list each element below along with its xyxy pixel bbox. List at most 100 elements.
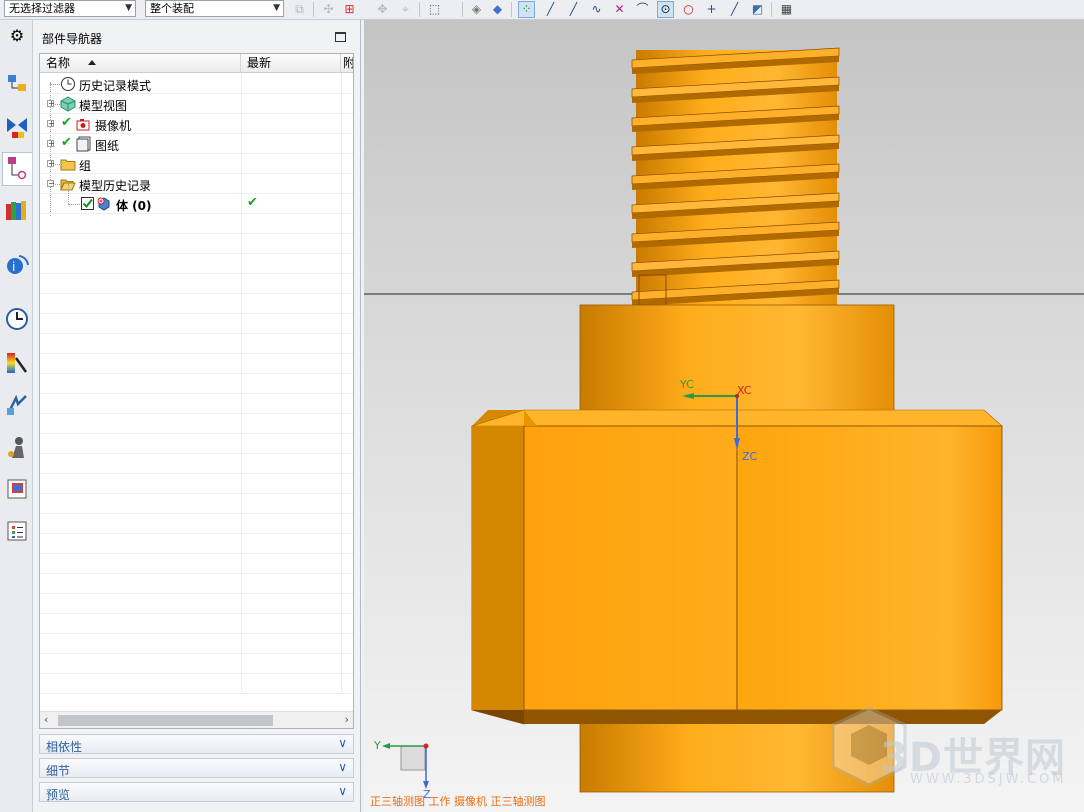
- column-latest-label: 最新: [247, 56, 272, 70]
- hd3d-tools-icon[interactable]: i: [4, 252, 30, 278]
- process-studio-icon[interactable]: [4, 392, 30, 418]
- toolbar-separator: [462, 2, 463, 17]
- expand-icon[interactable]: +: [47, 140, 55, 148]
- tree-row-label: 模型历史记录: [79, 179, 152, 193]
- node-icon[interactable]: ⌖: [397, 1, 414, 18]
- list-icon[interactable]: [4, 518, 30, 544]
- tree-row-model-history[interactable]: − 模型历史记录: [40, 174, 353, 194]
- navigator-title: 部件导航器: [42, 32, 103, 46]
- tree-connector: [68, 184, 69, 204]
- details-section[interactable]: 细节 ∨: [39, 758, 354, 778]
- tangent-icon[interactable]: ╱: [726, 1, 743, 18]
- tree-empty-row: [40, 634, 353, 654]
- roles-icon[interactable]: [4, 434, 30, 460]
- yc-label: YC: [680, 378, 694, 391]
- tree-row-drawings[interactable]: + ✔ 图纸: [40, 134, 353, 154]
- tree-empty-row: [40, 494, 353, 514]
- tree-empty-row: [40, 434, 353, 454]
- column-extra-label: 附: [343, 56, 354, 70]
- assembly-scope-dropdown[interactable]: 整个装配 ▼: [145, 0, 284, 17]
- cross-icon[interactable]: +: [703, 1, 720, 18]
- reuse-library-icon[interactable]: [4, 198, 30, 224]
- chevron-down-icon: ▼: [125, 3, 132, 13]
- tree-empty-row: [40, 554, 353, 574]
- zc-label: ZC: [742, 450, 758, 463]
- view-triad-y-label: Y: [374, 739, 381, 752]
- tree-empty-row: [40, 314, 353, 334]
- watermark-url: WWW.3DSJW.COM: [910, 772, 1067, 787]
- tree-empty-row: [40, 514, 353, 534]
- expand-icon[interactable]: +: [47, 100, 55, 108]
- tree-row-cameras[interactable]: + ✔ 摄像机: [40, 114, 353, 134]
- visible-check-icon[interactable]: ✔: [61, 135, 72, 150]
- intersect-icon[interactable]: ✕: [611, 1, 628, 18]
- details-label: 细节: [46, 764, 71, 778]
- tree-empty-row: [40, 574, 353, 594]
- scrollbar-thumb[interactable]: [58, 715, 273, 726]
- tree-row-model-views[interactable]: + 模型视图: [40, 94, 353, 114]
- tree-empty-row: [40, 534, 353, 554]
- settings-icon[interactable]: ⚙: [4, 26, 30, 52]
- shade-icon[interactable]: ◈: [468, 1, 485, 18]
- visible-check-icon[interactable]: ✔: [61, 115, 72, 130]
- selection-filter-dropdown[interactable]: 无选择过滤器 ▼: [4, 0, 136, 17]
- group-icon[interactable]: ✥: [374, 1, 391, 18]
- point-snap-icon[interactable]: ⁘: [518, 1, 535, 18]
- arc-icon[interactable]: ⌒: [634, 1, 651, 18]
- rect-select-icon[interactable]: ⬚: [426, 1, 443, 18]
- tree-empty-row: [40, 234, 353, 254]
- view-icon[interactable]: ◩: [749, 1, 766, 18]
- tree-empty-row: [40, 654, 353, 674]
- tree-connector: [68, 204, 80, 205]
- assembly-navigator-icon[interactable]: [4, 72, 30, 98]
- scroll-left-icon[interactable]: ‹: [44, 713, 48, 726]
- dependencies-section[interactable]: 相依性 ∨: [39, 734, 354, 754]
- column-extra-header[interactable]: 附: [341, 54, 354, 73]
- view-triad-origin: [423, 743, 429, 749]
- history-icon[interactable]: [4, 306, 30, 332]
- column-latest-header[interactable]: 最新: [241, 54, 341, 73]
- tree-row-body[interactable]: 体 (0) ✔: [40, 184, 353, 214]
- toolbar-separator: [313, 2, 314, 17]
- table-icon[interactable]: ▦: [778, 1, 795, 18]
- tree-row-history-mode[interactable]: 历史记录模式: [40, 74, 353, 94]
- end-point-icon[interactable]: ╱: [542, 1, 559, 18]
- horizontal-scrollbar[interactable]: ‹ ›: [40, 711, 353, 728]
- curve-icon[interactable]: ∿: [588, 1, 605, 18]
- nut-front-left-face: [523, 425, 738, 711]
- model-graphics: [364, 47, 1084, 793]
- add-icon[interactable]: ⊞: [341, 1, 358, 18]
- graphics-viewport[interactable]: YC XC ZC Y Z 正三轴测图 工作 摄像机 正三轴测图 3D世界网 WW…: [364, 20, 1084, 812]
- expand-icon[interactable]: +: [47, 160, 55, 168]
- mid-point-icon[interactable]: ╱: [565, 1, 582, 18]
- part-navigator-tab[interactable]: [2, 152, 32, 186]
- tree-row-groups[interactable]: + 组: [40, 154, 353, 174]
- scroll-right-icon[interactable]: ›: [345, 713, 349, 726]
- expand-icon[interactable]: +: [47, 120, 55, 128]
- column-name-header[interactable]: 名称: [40, 54, 241, 73]
- checkbox-icon[interactable]: [80, 196, 96, 212]
- snap-icon[interactable]: ✣: [320, 1, 337, 18]
- maximize-icon[interactable]: [335, 32, 346, 42]
- tree-empty-row: [40, 674, 353, 694]
- toolbar-separator: [419, 2, 420, 17]
- constraint-navigator-icon[interactable]: [4, 114, 30, 140]
- copy-icon[interactable]: ⧉: [291, 1, 308, 18]
- tree-row-label: 组: [79, 159, 92, 173]
- circle-icon[interactable]: ○: [680, 1, 697, 18]
- toolbar-separator: [511, 2, 512, 17]
- tree-empty-row: [40, 214, 353, 234]
- tree-empty-row: [40, 394, 353, 414]
- body-icon: [97, 197, 110, 211]
- nut-bottom-chamfer: [472, 710, 1002, 724]
- collapse-icon[interactable]: −: [47, 180, 55, 188]
- cube-icon[interactable]: ◆: [489, 1, 506, 18]
- system-materials-icon[interactable]: [4, 350, 30, 376]
- circle-center-icon[interactable]: ⊙: [657, 1, 674, 18]
- model-view-icon: [60, 96, 76, 112]
- palette-icon[interactable]: [4, 476, 30, 502]
- preview-section[interactable]: 预览 ∨: [39, 782, 354, 802]
- view-status-text: 正三轴测图 工作 摄像机 正三轴测图: [370, 795, 546, 808]
- tree-row-label: 体 (0): [116, 199, 152, 213]
- dependencies-label: 相依性: [46, 740, 83, 754]
